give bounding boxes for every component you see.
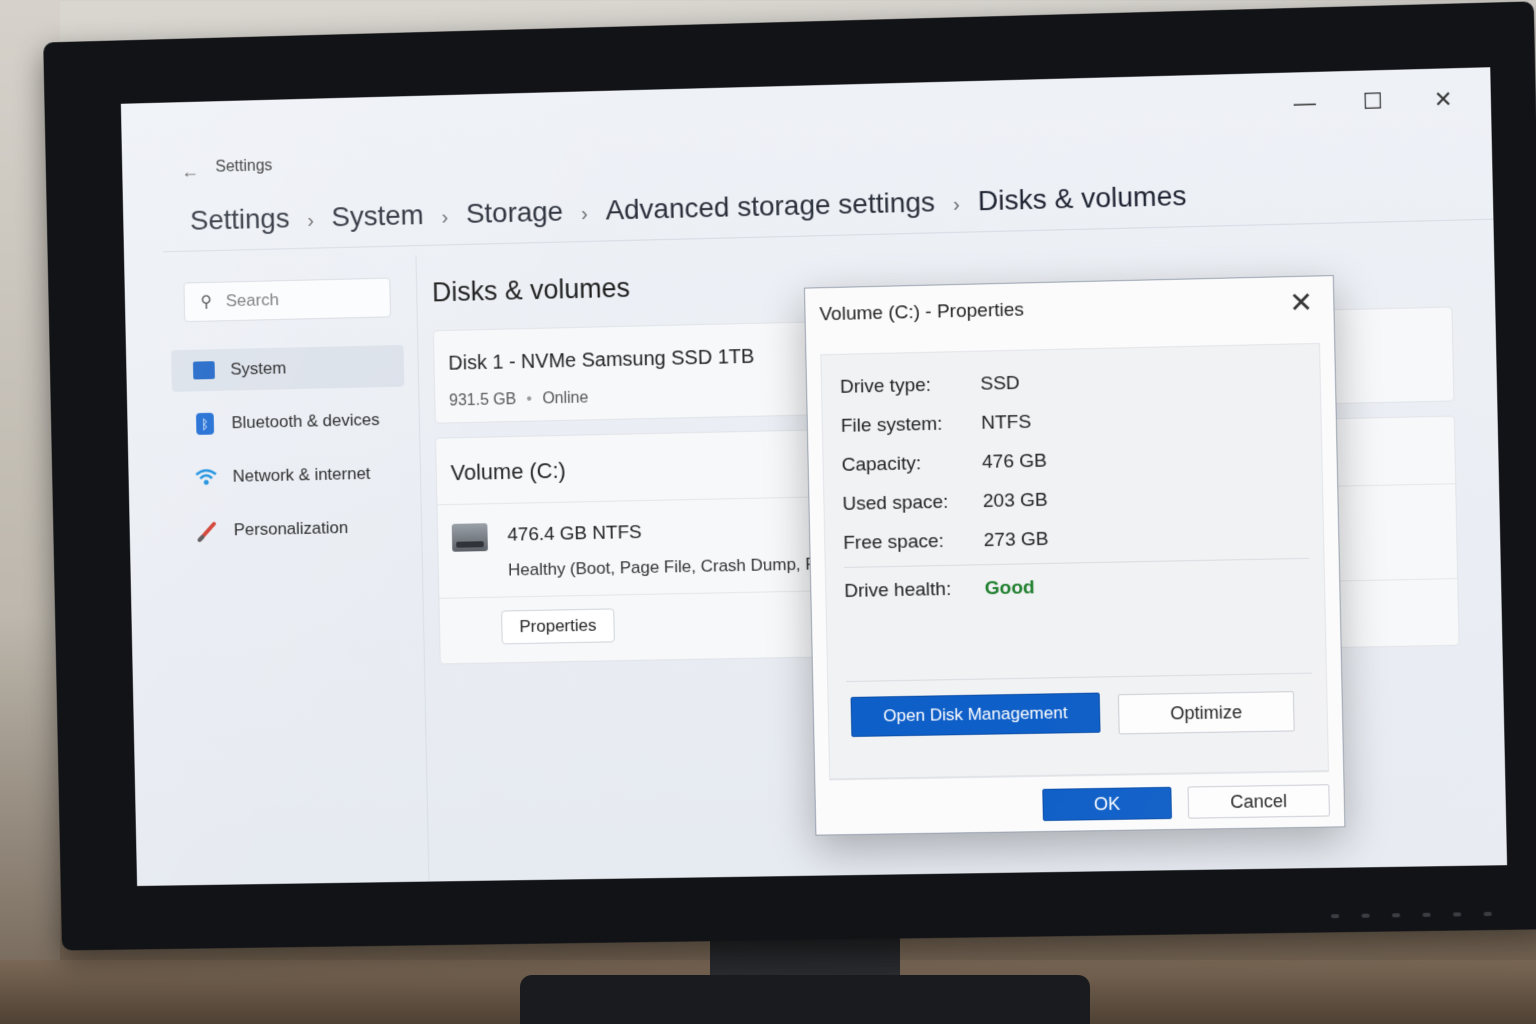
divider	[846, 672, 1312, 683]
disk-id: Disk 1	[448, 351, 504, 375]
back-arrow-icon[interactable]: ←	[181, 161, 199, 182]
optimize-button[interactable]: Optimize	[1117, 691, 1295, 735]
drive-icon	[451, 523, 488, 552]
disk-status: Online	[542, 389, 589, 408]
property-value: 203 GB	[982, 489, 1048, 513]
properties-panel: Drive type: SSD File system: NTFS Capacity…	[820, 342, 1330, 781]
monitor-bezel: ← Settings — ☐ ✕ Settings › System › Sto…	[43, 1, 1536, 951]
breadcrumb-storage[interactable]: Storage	[466, 196, 564, 230]
property-value: 476 GB	[981, 450, 1048, 473]
app-title: Settings	[215, 157, 273, 176]
disk-meta: 931.5 GB • Online	[449, 389, 589, 410]
monitor-button	[1453, 912, 1462, 917]
properties-button[interactable]: Properties	[501, 608, 615, 645]
monitor-icon	[192, 359, 215, 381]
breadcrumb-settings[interactable]: Settings	[190, 203, 290, 237]
property-label: Used space:	[842, 491, 949, 515]
property-label: Free space:	[843, 530, 945, 554]
properties-dialog: Volume (C:) - Properties ✕ Drive type: SS…	[803, 275, 1346, 836]
breadcrumb-system[interactable]: System	[331, 199, 424, 233]
divider	[843, 557, 1310, 568]
open-disk-management-button[interactable]: Open Disk Management	[850, 692, 1101, 737]
property-label: Drive health:	[844, 578, 952, 602]
monitor-button	[1361, 913, 1370, 918]
sidebar-item-bluetooth[interactable]: ᛒ Bluetooth & devices	[172, 399, 405, 446]
volume-size: 476.4 GB NTFS	[507, 522, 642, 546]
breadcrumb-separator: ›	[580, 203, 588, 226]
property-row: Used space: 203 GB	[842, 490, 1048, 516]
breadcrumb: Settings › System › Storage › Advanced s…	[190, 180, 1187, 237]
property-value: NTFS	[981, 411, 1032, 434]
ok-button[interactable]: OK	[1042, 786, 1173, 822]
volume-health: Healthy (Boot, Page File, Crash Dump, Pr	[507, 554, 823, 580]
settings-window: ← Settings — ☐ ✕ Settings › System › Sto…	[120, 67, 1508, 887]
sidebar-item-label: System	[230, 358, 287, 379]
monitor-button	[1331, 914, 1340, 919]
search-input[interactable]	[223, 287, 366, 313]
sidebar-item-label: Network & internet	[232, 463, 371, 486]
sidebar-item-label: Bluetooth & devices	[231, 410, 380, 433]
sidebar: ⚲ System ᛒ Bluetooth & devices Network &…	[163, 255, 430, 887]
property-row: Capacity: 476 GB	[841, 451, 1047, 477]
brush-icon	[196, 520, 218, 542]
volume-title: Volume (C:)	[450, 457, 567, 486]
property-row: Drive type: SSD	[840, 373, 1020, 399]
dialog-close-icon[interactable]: ✕	[1283, 284, 1320, 320]
disk-model: - NVMe Samsung SSD 1TB	[503, 345, 755, 374]
property-value: 273 GB	[983, 528, 1049, 552]
disk-name: Disk 1 - NVMe Samsung SSD 1TB	[448, 346, 754, 376]
breadcrumb-advanced-storage[interactable]: Advanced storage settings	[605, 186, 935, 226]
cancel-button[interactable]: Cancel	[1187, 784, 1330, 819]
dialog-title: Volume (C:) - Properties	[819, 299, 1025, 326]
disk-size: 931.5 GB	[448, 391, 517, 410]
property-value: SSD	[980, 372, 1020, 395]
breadcrumb-separator: ›	[952, 193, 961, 216]
minimize-icon[interactable]: —	[1293, 90, 1316, 117]
sidebar-item-label: Personalization	[233, 518, 349, 540]
drive-health-row: Drive health: Good	[844, 577, 1035, 603]
drive-health-value: Good	[984, 577, 1035, 600]
property-row: Free space: 273 GB	[843, 529, 1049, 555]
search-box[interactable]: ⚲	[183, 277, 392, 323]
close-icon[interactable]: ✕	[1434, 86, 1453, 113]
breadcrumb-current: Disks & volumes	[977, 179, 1187, 217]
maximize-icon[interactable]: ☐	[1362, 88, 1383, 115]
property-row: File system: NTFS	[841, 412, 1032, 438]
property-label: File system:	[840, 413, 943, 437]
wifi-icon	[195, 466, 217, 488]
sidebar-item-personalization[interactable]: Personalization	[174, 506, 407, 552]
breadcrumb-separator: ›	[441, 206, 449, 229]
property-label: Capacity:	[841, 453, 922, 476]
breadcrumb-separator: ›	[307, 209, 315, 232]
monitor-button	[1483, 911, 1492, 917]
search-icon: ⚲	[200, 293, 213, 311]
bluetooth-icon: ᛒ	[194, 412, 216, 435]
sidebar-item-network[interactable]: Network & internet	[173, 452, 406, 499]
monitor-button	[1422, 912, 1431, 917]
meta-separator: •	[526, 390, 533, 408]
monitor-button	[1391, 913, 1401, 918]
page-title: Disks & volumes	[431, 272, 631, 308]
property-label: Drive type:	[839, 374, 932, 398]
monitor-base	[520, 975, 1090, 1024]
monitor-buttons	[1331, 911, 1492, 919]
sidebar-item-system[interactable]: System	[171, 344, 405, 392]
